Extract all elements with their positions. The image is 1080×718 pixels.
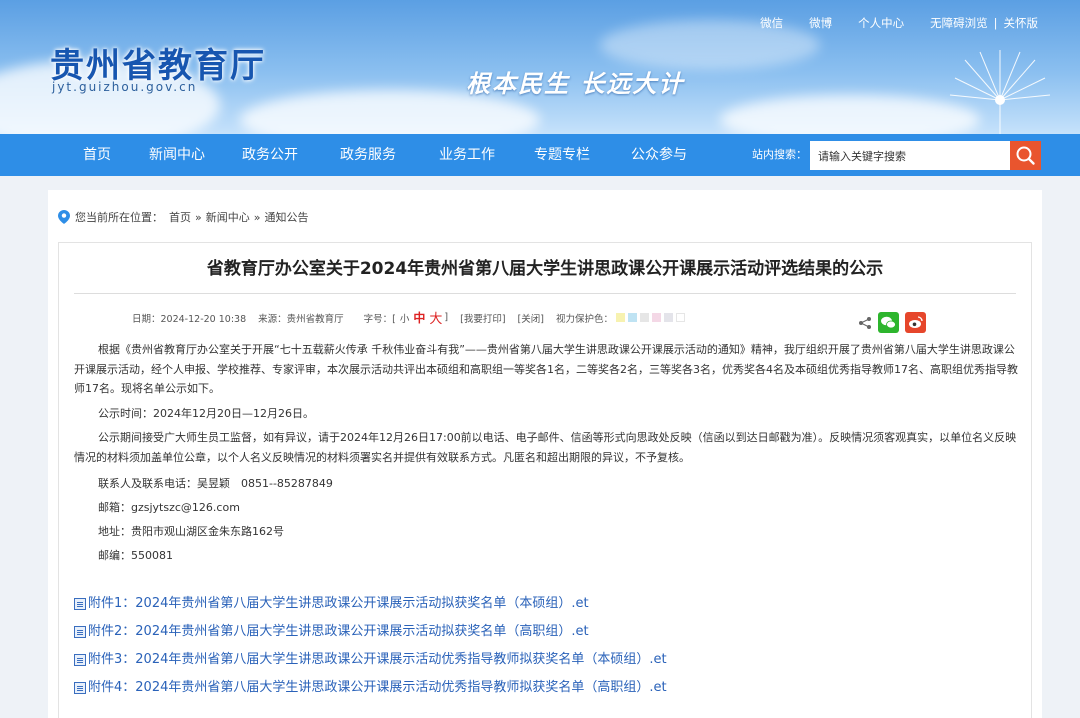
document-icon (74, 654, 86, 666)
nav-item-gov-affairs-public[interactable]: 政务公开 (242, 134, 298, 176)
close-button[interactable]: [关闭] (518, 311, 544, 325)
site-url: jyt.guizhou.gov.cn (52, 80, 198, 94)
nav-item-business-work[interactable]: 业务工作 (439, 134, 495, 176)
top-links: 微信 微博 个人中心 无障碍浏览 | 关怀版 (734, 15, 1038, 31)
article-meta: 日期：2024-12-20 10:38 来源：贵州省教育厅 字号：[ 小 中 大… (132, 308, 685, 327)
breadcrumb: 您当前所在位置： 首页 » 新闻中心 » 通知公告 (58, 209, 308, 225)
breadcrumb-separator: » (253, 210, 261, 224)
dandelion-icon (949, 50, 1051, 134)
breadcrumb-notices[interactable]: 通知公告 (264, 209, 308, 225)
article-source: 来源：贵州省教育厅 (258, 313, 344, 325)
nav-item-news[interactable]: 新闻中心 (149, 134, 205, 176)
article-paragraph: 公示期间接受广大师生员工监督，如有异议，请于2024年12月26日17:00前以… (74, 431, 1017, 464)
location-pin-icon (58, 210, 70, 224)
wechat-share-icon[interactable] (878, 312, 899, 333)
document-icon (74, 598, 86, 610)
article-date: 日期：2024-12-20 10:38 (132, 313, 247, 325)
top-link-accessibility[interactable]: 无障碍浏览 (930, 15, 988, 31)
article-paragraph: 公示时间：2024年12月20日—12月26日。 (98, 406, 314, 420)
eye-color-swatch[interactable] (615, 313, 625, 322)
contact-address: 地址：贵阳市观山湖区金朱东路162号 (98, 525, 284, 538)
attachment-label[interactable]: 附件3：2024年贵州省第八届大学生讲思政课公开课展示活动优秀指导教师拟获奖名单… (88, 646, 667, 674)
top-link-elderly-mode[interactable]: 关怀版 (1004, 15, 1039, 31)
attachment-label[interactable]: 附件1：2024年贵州省第八届大学生讲思政课公开课展示活动拟获奖名单（本硕组）.… (88, 590, 589, 618)
contact-phone: 联系人及联系电话：吴昱颖 0851--85287849 (98, 477, 333, 490)
search-button[interactable] (1010, 141, 1041, 170)
nav-item-gov-services[interactable]: 政务服务 (340, 134, 396, 176)
eye-color-swatch[interactable] (651, 313, 661, 322)
eye-color-swatch[interactable] (663, 313, 673, 322)
site-slogan: 根本民生 长远大计 (466, 69, 685, 98)
search-label: 站内搜索： (752, 148, 807, 161)
attachment-link[interactable]: 附件3：2024年贵州省第八届大学生讲思政课公开课展示活动优秀指导教师拟获奖名单… (74, 646, 667, 674)
attachment-link[interactable]: 附件1：2024年贵州省第八届大学生讲思政课公开课展示活动拟获奖名单（本硕组）.… (74, 590, 667, 618)
top-link-personal-center[interactable]: 个人中心 (858, 15, 904, 31)
attachment-label[interactable]: 附件2：2024年贵州省第八届大学生讲思政课公开课展示活动拟获奖名单（高职组）.… (88, 618, 589, 646)
article-title: 省教育厅办公室关于2024年贵州省第八届大学生讲思政课公开课展示活动评选结果的公… (206, 259, 884, 279)
search-icon (1016, 146, 1035, 165)
breadcrumb-news[interactable]: 新闻中心 (206, 209, 250, 225)
contact-email: 邮箱：gzsjytszc@126.com (98, 501, 240, 514)
weibo-share-icon[interactable] (905, 312, 926, 333)
font-size-label: 字号：[ (363, 313, 396, 325)
attachment-label[interactable]: 附件4：2024年贵州省第八届大学生讲思政课公开课展示活动优秀指导教师拟获奖名单… (88, 674, 667, 702)
attachment-list: 附件1：2024年贵州省第八届大学生讲思政课公开课展示活动拟获奖名单（本硕组）.… (74, 590, 667, 702)
breadcrumb-home[interactable]: 首页 (169, 209, 191, 225)
nav-item-topics[interactable]: 专题专栏 (534, 134, 590, 176)
print-button[interactable]: [我要打印] (460, 311, 505, 325)
site-header: 贵州省教育厅 jyt.guizhou.gov.cn 根本民生 长远大计 微信 微… (0, 0, 1080, 134)
top-link-separator: | (993, 16, 998, 30)
font-size-large[interactable]: 大 (429, 308, 442, 327)
eye-protect-label: 视力保护色： (555, 313, 613, 325)
title-divider (74, 293, 1016, 294)
share-bar (858, 312, 926, 333)
share-icon[interactable] (858, 316, 872, 330)
attachment-link[interactable]: 附件2：2024年贵州省第八届大学生讲思政课公开课展示活动拟获奖名单（高职组）.… (74, 618, 667, 646)
attachment-link[interactable]: 附件4：2024年贵州省第八届大学生讲思政课公开课展示活动优秀指导教师拟获奖名单… (74, 674, 667, 702)
article-paragraph: 根据《贵州省教育厅办公室关于开展“七十五载薪火传承 千秋伟业奋斗有我”——贵州省… (74, 343, 1018, 395)
font-size-small[interactable]: 小 (400, 311, 410, 325)
breadcrumb-prefix: 您当前所在位置： (75, 211, 163, 224)
font-size-end: ] (444, 312, 449, 323)
article-body: 根据《贵州省教育厅办公室关于开展“七十五载薪火传承 千秋伟业奋斗有我”——贵州省… (74, 340, 1018, 568)
breadcrumb-separator: » (195, 210, 202, 224)
eye-color-swatch[interactable] (639, 313, 649, 322)
font-size-medium[interactable]: 中 (413, 309, 425, 326)
eye-color-swatch[interactable] (627, 313, 637, 322)
search-input[interactable] (810, 141, 1010, 170)
top-link-wechat[interactable]: 微信 (760, 15, 783, 31)
eye-color-swatch[interactable] (675, 313, 685, 322)
nav-item-home[interactable]: 首页 (83, 134, 111, 176)
top-link-weibo[interactable]: 微博 (809, 15, 832, 31)
document-icon (74, 626, 86, 638)
nav-item-public-participation[interactable]: 公众参与 (631, 134, 687, 176)
contact-postcode: 邮编：550081 (98, 549, 173, 562)
document-icon (74, 682, 86, 694)
